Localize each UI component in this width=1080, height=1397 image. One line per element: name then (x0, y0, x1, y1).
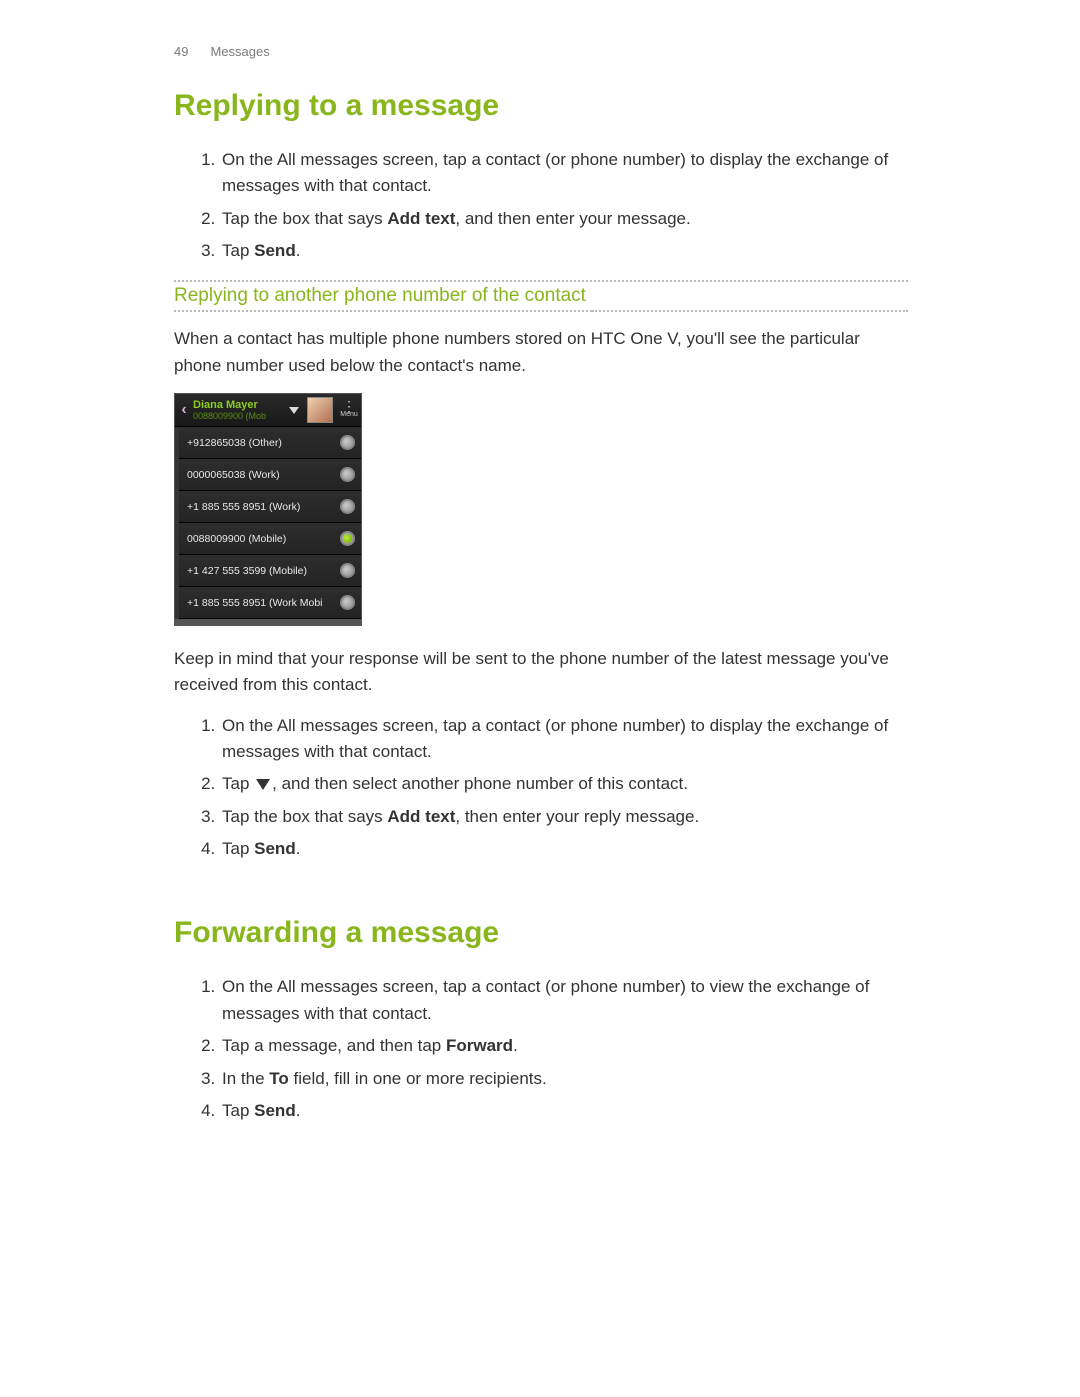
contact-block: Diana Mayer 0088009900 (Mob (193, 397, 285, 423)
section-name: Messages (210, 44, 269, 59)
radio-icon (340, 467, 355, 482)
phone-footer (175, 619, 361, 625)
heading-forwarding: Forwarding a message (174, 916, 908, 950)
paragraph: When a contact has multiple phone number… (174, 326, 908, 379)
phone-screenshot: ‹ Diana Mayer 0088009900 (Mob ⋮ Menu +91… (174, 393, 362, 626)
menu-label: Menu (337, 411, 361, 418)
paragraph: Keep in mind that your response will be … (174, 646, 908, 699)
step: Tap a message, and then tap Forward. (220, 1033, 908, 1059)
page-number: 49 (174, 44, 188, 59)
page: 49 Messages Replying to a message On the … (0, 0, 1080, 1397)
step: Tap Send. (220, 238, 908, 264)
radio-icon (340, 435, 355, 450)
step: Tap the box that says Add text, then ent… (220, 804, 908, 830)
number-text: +1 427 555 3599 (Mobile) (187, 565, 307, 577)
step: On the All messages screen, tap a contac… (220, 974, 908, 1027)
step: On the All messages screen, tap a contac… (220, 713, 908, 766)
number-text: +1 885 555 8951 (Work Mobi (187, 597, 323, 609)
steps-replying-alt: On the All messages screen, tap a contac… (194, 713, 908, 863)
phone-header: ‹ Diana Mayer 0088009900 (Mob ⋮ Menu (175, 394, 361, 427)
phone-number-list: +912865038 (Other) 0000065038 (Work) +1 … (175, 427, 361, 619)
steps-forwarding: On the All messages screen, tap a contac… (194, 974, 908, 1124)
menu-dots-icon: ⋮ (337, 403, 361, 409)
subheading-block: Replying to another phone number of the … (174, 280, 908, 312)
radio-icon-selected (340, 531, 355, 546)
steps-replying: On the All messages screen, tap a contac… (194, 147, 908, 264)
step: Tap Send. (220, 1098, 908, 1124)
number-row: 0088009900 (Mobile) (179, 523, 361, 555)
avatar (307, 397, 333, 423)
number-text: +1 885 555 8951 (Work) (187, 501, 300, 513)
step: In the To field, fill in one or more rec… (220, 1066, 908, 1092)
step: Tap , and then select another phone numb… (220, 771, 908, 797)
number-text: 0000065038 (Work) (187, 469, 280, 481)
number-row: 0000065038 (Work) (179, 459, 361, 491)
number-text: 0088009900 (Mobile) (187, 533, 286, 545)
number-row: +912865038 (Other) (179, 427, 361, 459)
number-row: +1 427 555 3599 (Mobile) (179, 555, 361, 587)
number-row: +1 885 555 8951 (Work) (179, 491, 361, 523)
menu-button: ⋮ Menu (337, 403, 361, 418)
heading-replying: Replying to a message (174, 89, 908, 123)
contact-subtext: 0088009900 (Mob (193, 411, 285, 421)
number-row: +1 885 555 8951 (Work Mobi (179, 587, 361, 619)
step: On the All messages screen, tap a contac… (220, 147, 908, 200)
subheading: Replying to another phone number of the … (174, 282, 592, 312)
contact-name: Diana Mayer (193, 399, 285, 411)
triangle-down-icon (256, 779, 270, 790)
radio-icon (340, 595, 355, 610)
radio-icon (340, 499, 355, 514)
page-header: 49 Messages (174, 44, 908, 59)
back-icon: ‹ (175, 394, 193, 426)
step: Tap Send. (220, 836, 908, 862)
step: Tap the box that says Add text, and then… (220, 206, 908, 232)
radio-icon (340, 563, 355, 578)
dropdown-icon (289, 407, 299, 414)
number-text: +912865038 (Other) (187, 437, 282, 449)
